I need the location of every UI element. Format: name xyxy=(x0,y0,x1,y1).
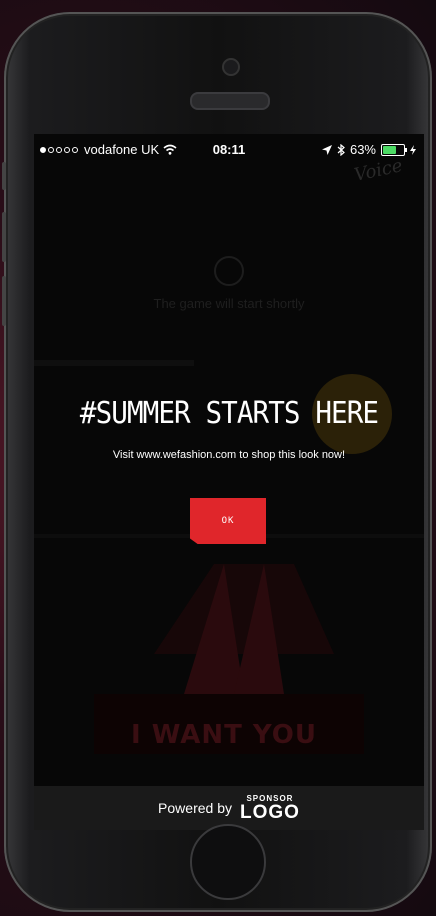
charging-bolt-icon xyxy=(410,144,416,155)
sponsor-logo: SPONSOR LOGO xyxy=(239,794,300,823)
volume-up-button xyxy=(2,212,6,262)
bluetooth-icon xyxy=(337,143,345,156)
mute-switch xyxy=(2,162,6,190)
sponsor-logo-big: LOGO xyxy=(239,801,300,823)
volume-down-button xyxy=(2,276,6,326)
promo-headline: #SUMMER STARTS HERE xyxy=(79,396,379,431)
clock-icon xyxy=(214,256,244,286)
battery-percent: 63% xyxy=(349,142,376,157)
status-bar: vodafone UK 08:11 63% xyxy=(34,134,424,164)
location-arrow-icon xyxy=(321,144,332,155)
phone-screen: Voice I WANT YOU The game will start sho… xyxy=(34,134,424,830)
powered-by-label: Powered by xyxy=(158,800,232,816)
status-right-group: 63% xyxy=(321,142,416,157)
earpiece-speaker xyxy=(190,92,270,110)
promo-subtitle: Visit www.wefashion.com to shop this loo… xyxy=(112,449,346,461)
ok-button[interactable]: OK xyxy=(190,498,266,544)
background-scene-text: I WANT YOU xyxy=(130,720,318,750)
phone-frame: Voice I WANT YOU The game will start sho… xyxy=(2,12,432,912)
loading-text: The game will start shortly xyxy=(153,296,305,311)
battery-icon xyxy=(381,143,407,156)
home-button[interactable] xyxy=(190,824,266,900)
front-camera xyxy=(222,58,240,76)
